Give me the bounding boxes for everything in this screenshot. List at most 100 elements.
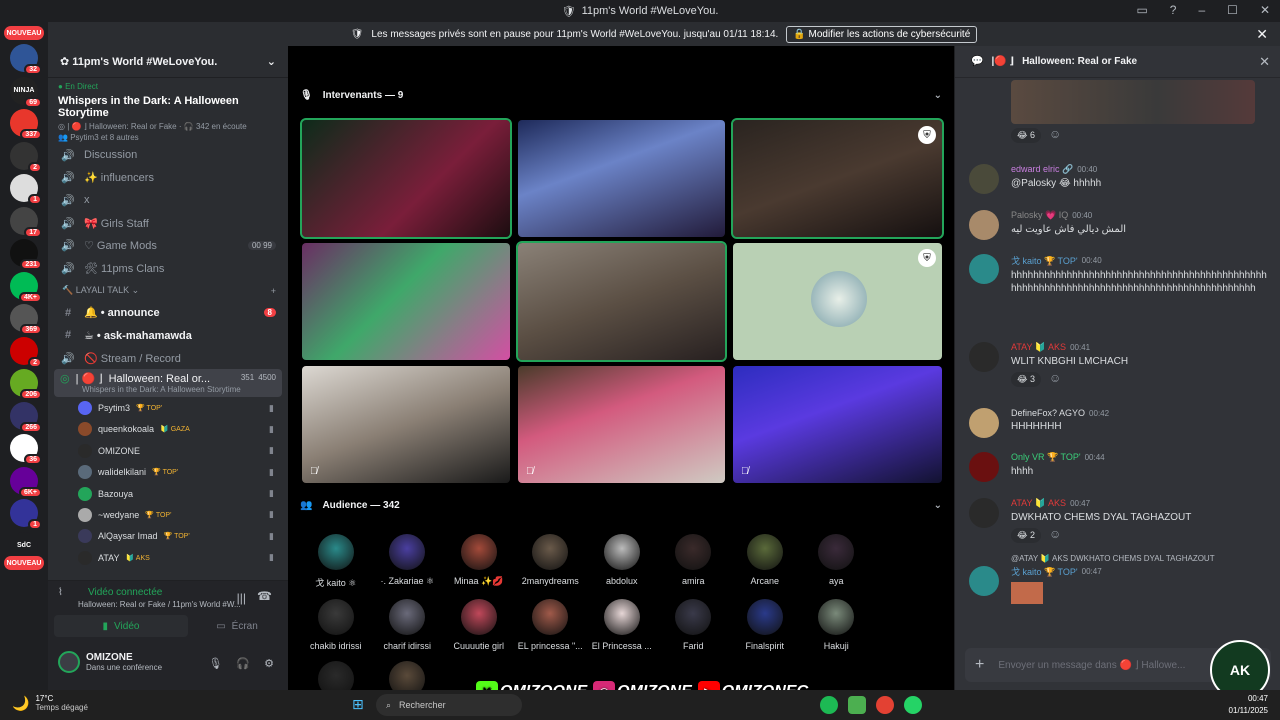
inbox-icon[interactable]: ▭	[1136, 3, 1147, 17]
server-icon[interactable]: 1	[10, 499, 42, 530]
chat-message[interactable]: Palosky 💗 IQ 00:40 المش ديالي فاش عاويت لي…	[969, 210, 1269, 240]
chat-message[interactable]: @ATAY 🔰 AKS DWKHATO CHEMS DYAL TAGHAZOUT…	[969, 554, 1269, 604]
headphones-icon[interactable]: 🎧	[236, 657, 250, 670]
chat-message[interactable]: edward elric 🔗 00:40 @Palosky 😂 hhhhh	[969, 164, 1269, 194]
audience-header[interactable]: 👥 Audience — 342 ⌄	[288, 490, 954, 520]
live-event[interactable]: ● En Direct Whispers in the Dark: A Hall…	[48, 78, 288, 142]
user-panel[interactable]: OMIZONE Dans une conférence	[58, 651, 162, 673]
speakers-header[interactable]: 🎙 Intervenants — 9 ⌄	[288, 80, 954, 110]
chat-message[interactable]: 戈 kaito 🏆 TOP' 00:40 hhhhhhhhhhhhhhhhhhhhh…	[969, 254, 1269, 295]
server-icon[interactable]: 231	[10, 239, 42, 270]
voice-channel[interactable]: 🔊 🛠 11pms Clans	[48, 257, 288, 280]
voice-channel[interactable]: 🔊 Discussion	[48, 144, 288, 167]
server-icon[interactable]: 2	[10, 336, 42, 368]
voice-user[interactable]: walidelkilani 🏆 TOP' ▮	[48, 462, 288, 483]
audience-member[interactable]: chakib idrissi	[300, 599, 372, 651]
server-icon[interactable]: 266	[10, 401, 42, 433]
voice-channel[interactable]: 🔊 x	[48, 189, 288, 212]
speaker-video-tile[interactable]	[516, 241, 727, 362]
voice-channel[interactable]: 🔊 ✨ influencers	[48, 167, 288, 190]
speaker-video-tile[interactable]	[302, 243, 510, 360]
chat-message[interactable]: ATAY 🔰 AKS 00:41 WLIT KNBGHI LMCHACH 😂 3 ☺	[969, 342, 1269, 387]
audience-member[interactable]: amira	[658, 534, 730, 589]
server-icon[interactable]: 4K+	[10, 271, 42, 303]
audience-member[interactable]: abdolux	[586, 534, 658, 589]
server-icon[interactable]: 32	[10, 44, 42, 75]
server-icon[interactable]: 6K+	[10, 466, 42, 498]
windows-start-icon[interactable]: ⊞	[352, 696, 364, 713]
category-layali-talk[interactable]: 🔨 LAYALI TALK ⌄ +	[48, 280, 288, 302]
server-icon[interactable]: 17	[10, 206, 42, 238]
soundboard-icon[interactable]: |||	[237, 591, 246, 605]
disconnect-icon[interactable]: ☎	[257, 589, 272, 603]
voice-user[interactable]: ~wedyane 🏆 TOP' ▮	[48, 504, 288, 525]
audience-member[interactable]: hanaa	[372, 661, 444, 690]
text-channel[interactable]: # ☕ • ask-mahamawda	[48, 324, 288, 347]
guild-header[interactable]: ✿ 11pm's World #WeLoveYou. ⌄	[48, 46, 288, 78]
speaker-video-tile[interactable]: ⛨	[733, 243, 942, 360]
server-icon[interactable]: 206	[10, 369, 42, 400]
help-icon[interactable]: ?	[1170, 3, 1177, 17]
add-attachment-icon[interactable]: +	[975, 656, 984, 674]
chat-message[interactable]: Only VR 🏆 TOP' 00:44 hhhh	[969, 452, 1269, 482]
spotify-icon[interactable]	[820, 696, 838, 714]
close-window-button[interactable]: ✕	[1260, 3, 1270, 17]
speaker-video-tile[interactable]: 🎙̸	[733, 366, 942, 483]
audience-member[interactable]: hamid bochna9	[300, 661, 372, 690]
active-voice-channel[interactable]: ◎ | 🔴 ⌋ Halloween: Real or... Whispers in…	[54, 369, 282, 398]
minimize-button[interactable]: –	[1198, 3, 1205, 17]
voice-user[interactable]: queenkokoala 🔰 GAZA ▮	[48, 419, 288, 440]
server-icon[interactable]: 337	[10, 109, 42, 140]
text-channel[interactable]: # 🔔 • announce 8	[48, 302, 288, 325]
audience-member[interactable]: 2manydreams	[515, 534, 587, 589]
maximize-button[interactable]: ☐	[1227, 3, 1238, 17]
taskbar-clock[interactable]: 00:47 01/11/2025	[1229, 693, 1268, 717]
server-icon[interactable]: NINJA 69	[10, 76, 42, 108]
server-icon[interactable]: 369	[10, 304, 42, 335]
close-chat-icon[interactable]: ✕	[1259, 54, 1270, 70]
cybersecurity-button[interactable]: 🔒 Modifier les actions de cybersécurité	[786, 25, 978, 43]
chat-message[interactable]: ATAY 🔰 AKS 00:47 DWKHATO CHEMS DYAL TAGHAZ…	[969, 498, 1269, 543]
audience-member[interactable]: EL princessa "...	[515, 599, 587, 651]
voice-channel[interactable]: 🔊 🎀 Girls Staff	[48, 212, 288, 235]
whatsapp-icon[interactable]	[904, 696, 922, 714]
audience-member[interactable]: 戈 kaito ⚛	[300, 534, 372, 589]
text-channel[interactable]: 🔊 🚫 Stream / Record	[48, 347, 288, 370]
audience-member[interactable]: Farid	[658, 599, 730, 651]
chat-message[interactable]: 😂 6 ☺	[969, 80, 1269, 143]
speaker-video-tile[interactable]: ⛨	[731, 118, 944, 239]
speaker-video-tile[interactable]	[300, 118, 512, 239]
microphone-icon[interactable]: 🎙	[208, 657, 222, 670]
speaker-video-tile[interactable]: 🎙̸	[518, 366, 725, 483]
taskbar-search[interactable]: ⌕ Rechercher	[376, 694, 522, 716]
audience-member[interactable]: aya	[801, 534, 873, 589]
close-notice-icon[interactable]: ✕	[1256, 26, 1268, 43]
server-icon[interactable]: 1	[10, 174, 42, 205]
audience-member[interactable]: Finalspirit	[729, 599, 801, 651]
video-button[interactable]: ▮ Vidéo	[54, 615, 188, 637]
chrome-icon[interactable]	[876, 696, 894, 714]
gear-icon[interactable]: ⚙	[264, 657, 274, 670]
audience-member[interactable]: Arcane	[729, 534, 801, 589]
audience-member[interactable]: charif idirssi	[372, 599, 444, 651]
voice-user[interactable]: Bazouya ▮	[48, 483, 288, 504]
audience-member[interactable]: ·. Zakariae ⚛	[372, 534, 444, 589]
server-icon[interactable]: 36	[10, 434, 42, 465]
chat-message[interactable]: DefineFox? AGYO 00:42 HHHHHHH	[969, 408, 1269, 438]
voice-user[interactable]: Psytim3 🏆 TOP' ▮	[48, 397, 288, 418]
voice-channel[interactable]: 🔊 ♡ Game Mods 00 99	[48, 234, 288, 257]
speaker-video-tile[interactable]: 🎙̸	[302, 366, 510, 483]
screen-share-button[interactable]: ▭ Écran	[192, 615, 282, 637]
server-icon[interactable]: 2	[10, 141, 42, 173]
app-icon[interactable]	[848, 696, 866, 714]
audience-member[interactable]: Minaa ✨💋	[443, 534, 515, 589]
audience-member[interactable]: Cuuuutie girl	[443, 599, 515, 651]
voice-user[interactable]: OMIZONE ▮	[48, 440, 288, 461]
add-channel-icon[interactable]: +	[271, 286, 276, 296]
voice-user[interactable]: ATAY 🔰 AKS ▮	[48, 547, 288, 568]
audience-member[interactable]: Hakuji	[801, 599, 873, 651]
audience-member[interactable]: El Princessa ...	[586, 599, 658, 651]
weather-widget[interactable]: 🌙 17°C Temps dégagé	[12, 694, 88, 712]
speaker-video-tile[interactable]	[518, 120, 725, 237]
voice-user[interactable]: AlQaysar Imad 🏆 TOP' ▮	[48, 526, 288, 547]
